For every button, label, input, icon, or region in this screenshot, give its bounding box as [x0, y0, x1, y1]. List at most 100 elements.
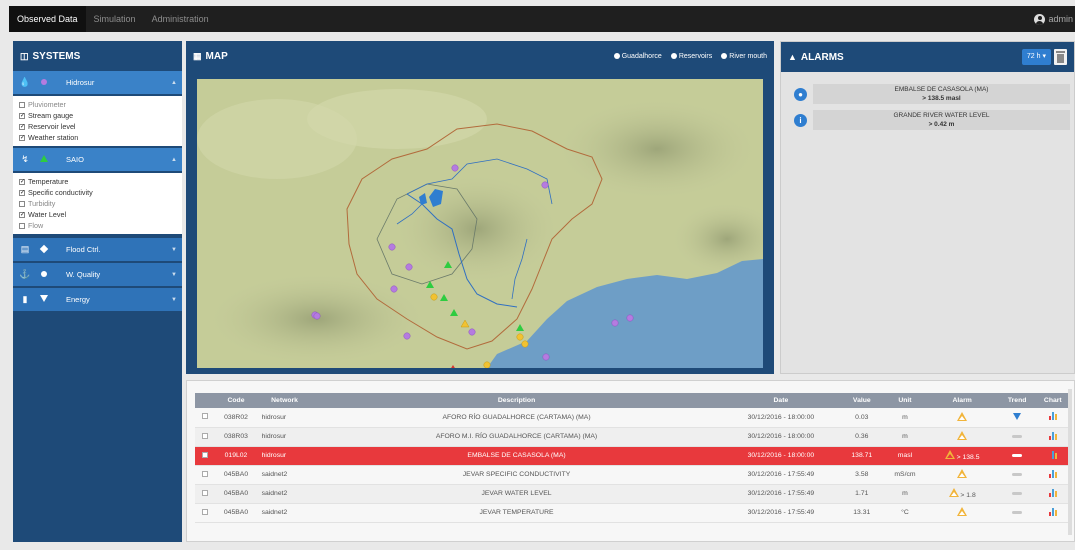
col-description[interactable]: Description — [311, 393, 722, 408]
cell-code: 045BA0 — [214, 465, 258, 485]
user-menu[interactable]: admin — [1034, 13, 1075, 25]
alarm-value: > 138.5 masl — [922, 95, 961, 102]
chevron-down-icon[interactable]: ▼ — [171, 272, 177, 278]
system-w-quality[interactable]: ⚓ W. Quality ▼ — [13, 263, 182, 286]
cell-date: 30/12/2016 - 18:00:00 — [721, 408, 841, 428]
table-row[interactable]: 045BA0 saidnet2 JEVAR TEMPERATURE 30/12/… — [195, 503, 1069, 523]
time-range-select[interactable]: 72 h ▾ — [1021, 49, 1051, 65]
alarm-item[interactable]: ● EMBALSE DE CASASOLA (MA) > 138.5 masl — [794, 84, 1070, 104]
checkbox[interactable] — [19, 222, 25, 229]
green-triangle-marker-icon — [40, 155, 48, 162]
alarm-value: > 0.42 m — [928, 121, 955, 128]
alarms-title: ALARMS — [800, 51, 844, 63]
chevron-down-icon[interactable]: ▼ — [171, 297, 177, 303]
col-trend[interactable]: Trend — [997, 393, 1037, 408]
row-checkbox[interactable] — [201, 470, 208, 477]
checkbox-checked[interactable]: ✓ — [19, 123, 25, 130]
dot-icon — [670, 53, 677, 59]
water-drop-icon: ● — [794, 87, 807, 101]
chart-icon[interactable] — [1048, 507, 1057, 516]
dot-icon — [721, 53, 728, 59]
alarm-bell-icon — [957, 411, 968, 421]
option-stream-gauge[interactable]: ✓ Stream gauge — [19, 110, 176, 121]
trash-icon[interactable] — [1054, 49, 1067, 65]
alarm-item[interactable]: i GRANDE RIVER WATER LEVEL > 0.42 m — [794, 110, 1070, 130]
systems-header: ◫ SYSTEMS — [13, 41, 182, 71]
chart-icon[interactable] — [1048, 412, 1057, 421]
row-checkbox[interactable] — [201, 451, 208, 458]
option-specific-conductivity[interactable]: ✓ Specific conductivity — [19, 187, 176, 198]
cell-description: JEVAR TEMPERATURE — [311, 503, 722, 523]
option-flow[interactable]: Flow — [19, 220, 176, 231]
option-weather-station[interactable]: ✓ Weather station — [19, 132, 176, 143]
col-alarm[interactable]: Alarm — [926, 393, 998, 408]
option-reservoir-level[interactable]: ✓ Reservoir level — [19, 121, 176, 132]
table-row[interactable]: 038R03 hidrosur AFORO M.I. RÍO GUADALHOR… — [195, 427, 1069, 447]
checkbox-checked[interactable]: ✓ — [19, 178, 25, 185]
chevron-up-icon[interactable]: ▲ — [171, 80, 177, 86]
system-energy[interactable]: ▮ Energy ▼ — [13, 288, 182, 311]
bell-icon: ▲ — [788, 52, 797, 62]
table-row-alert[interactable]: 019L02 hidrosur EMBALSE DE CASASOLA (MA)… — [195, 446, 1069, 466]
system-name: SAIO — [66, 155, 84, 164]
col-unit[interactable]: Unit — [883, 393, 927, 408]
col-date[interactable]: Date — [721, 393, 841, 408]
cell-description: JEVAR SPECIFIC CONDUCTIVITY — [311, 465, 722, 485]
col-code[interactable]: Code — [214, 393, 258, 408]
row-checkbox[interactable] — [201, 413, 208, 420]
alarm-bell-icon — [948, 488, 959, 497]
table-row[interactable]: 045BA0 saidnet2 JEVAR SPECIFIC CONDUCTIV… — [195, 465, 1069, 485]
table-row[interactable]: 045BA0 saidnet2 JEVAR WATER LEVEL 30/12/… — [195, 484, 1069, 504]
system-flood-ctrl[interactable]: ▤ Flood Ctrl. ▼ — [13, 238, 182, 261]
system-hidrosur[interactable]: 💧 Hidrosur ▲ — [13, 71, 182, 94]
system-saio[interactable]: ↯ SAIO ▲ — [13, 148, 182, 171]
chart-icon[interactable] — [1048, 488, 1057, 497]
row-checkbox[interactable] — [201, 489, 208, 496]
col-chart[interactable]: Chart — [1036, 393, 1069, 408]
option-turbidity[interactable]: Turbidity — [19, 198, 176, 209]
col-network[interactable]: Network — [257, 393, 312, 408]
checkbox-checked[interactable]: ✓ — [19, 134, 25, 141]
energy-icon: ▮ — [22, 294, 28, 304]
map-legend: Guadalhorce Reservoirs River mouth — [613, 53, 767, 60]
col-value[interactable]: Value — [840, 393, 884, 408]
system-name: Energy — [66, 295, 90, 304]
chart-icon[interactable] — [1048, 469, 1057, 478]
chevron-down-icon[interactable]: ▼ — [171, 247, 177, 253]
checkbox-checked[interactable]: ✓ — [19, 211, 25, 218]
chevron-up-icon[interactable]: ▲ — [171, 157, 177, 163]
chart-icon[interactable] — [1048, 450, 1057, 459]
system-name: Hidrosur — [66, 78, 95, 87]
legend-guadalhorce[interactable]: Guadalhorce — [613, 53, 662, 60]
cell-unit: m — [883, 427, 927, 447]
legend-reservoirs[interactable]: Reservoirs — [670, 53, 712, 60]
tab-observed-data[interactable]: Observed Data — [9, 6, 86, 32]
cell-network: hidrosur — [257, 408, 312, 428]
row-checkbox[interactable] — [201, 432, 208, 439]
database-icon: ◫ — [20, 50, 29, 61]
tab-simulation[interactable]: Simulation — [86, 6, 144, 32]
alarms-header: ▲ ALARMS 72 h ▾ — [781, 42, 1074, 72]
flood-icon: ▤ — [20, 244, 30, 254]
checkbox-checked[interactable]: ✓ — [19, 189, 25, 196]
table-row[interactable]: 038R02 hidrosur AFORO RÍO GUADALHORCE (C… — [195, 408, 1069, 428]
table-scrollbar[interactable] — [1068, 389, 1072, 535]
map-icon: ▦ — [193, 50, 202, 61]
hidrosur-options: Pluviometer ✓ Stream gauge ✓ Reservoir lev… — [13, 96, 182, 146]
option-pluviometer[interactable]: Pluviometer — [19, 99, 176, 110]
terrain-map[interactable] — [197, 79, 763, 368]
checkbox-checked[interactable]: ✓ — [19, 112, 25, 119]
chart-icon[interactable] — [1048, 431, 1057, 440]
map-canvas[interactable] — [197, 79, 763, 368]
row-checkbox[interactable] — [201, 508, 208, 515]
option-temperature[interactable]: ✓ Temperature — [19, 176, 176, 187]
cell-value: 3.58 — [840, 465, 884, 485]
checkbox[interactable] — [19, 101, 25, 108]
dot-icon — [613, 53, 620, 59]
legend-river-mouth[interactable]: River mouth — [721, 53, 767, 60]
tab-administration[interactable]: Administration — [144, 6, 217, 32]
option-water-level[interactable]: ✓ Water Level — [19, 209, 176, 220]
cell-date: 30/12/2016 - 17:55:49 — [721, 484, 841, 504]
checkbox[interactable] — [19, 200, 25, 207]
alarm-bell-icon — [957, 507, 968, 516]
